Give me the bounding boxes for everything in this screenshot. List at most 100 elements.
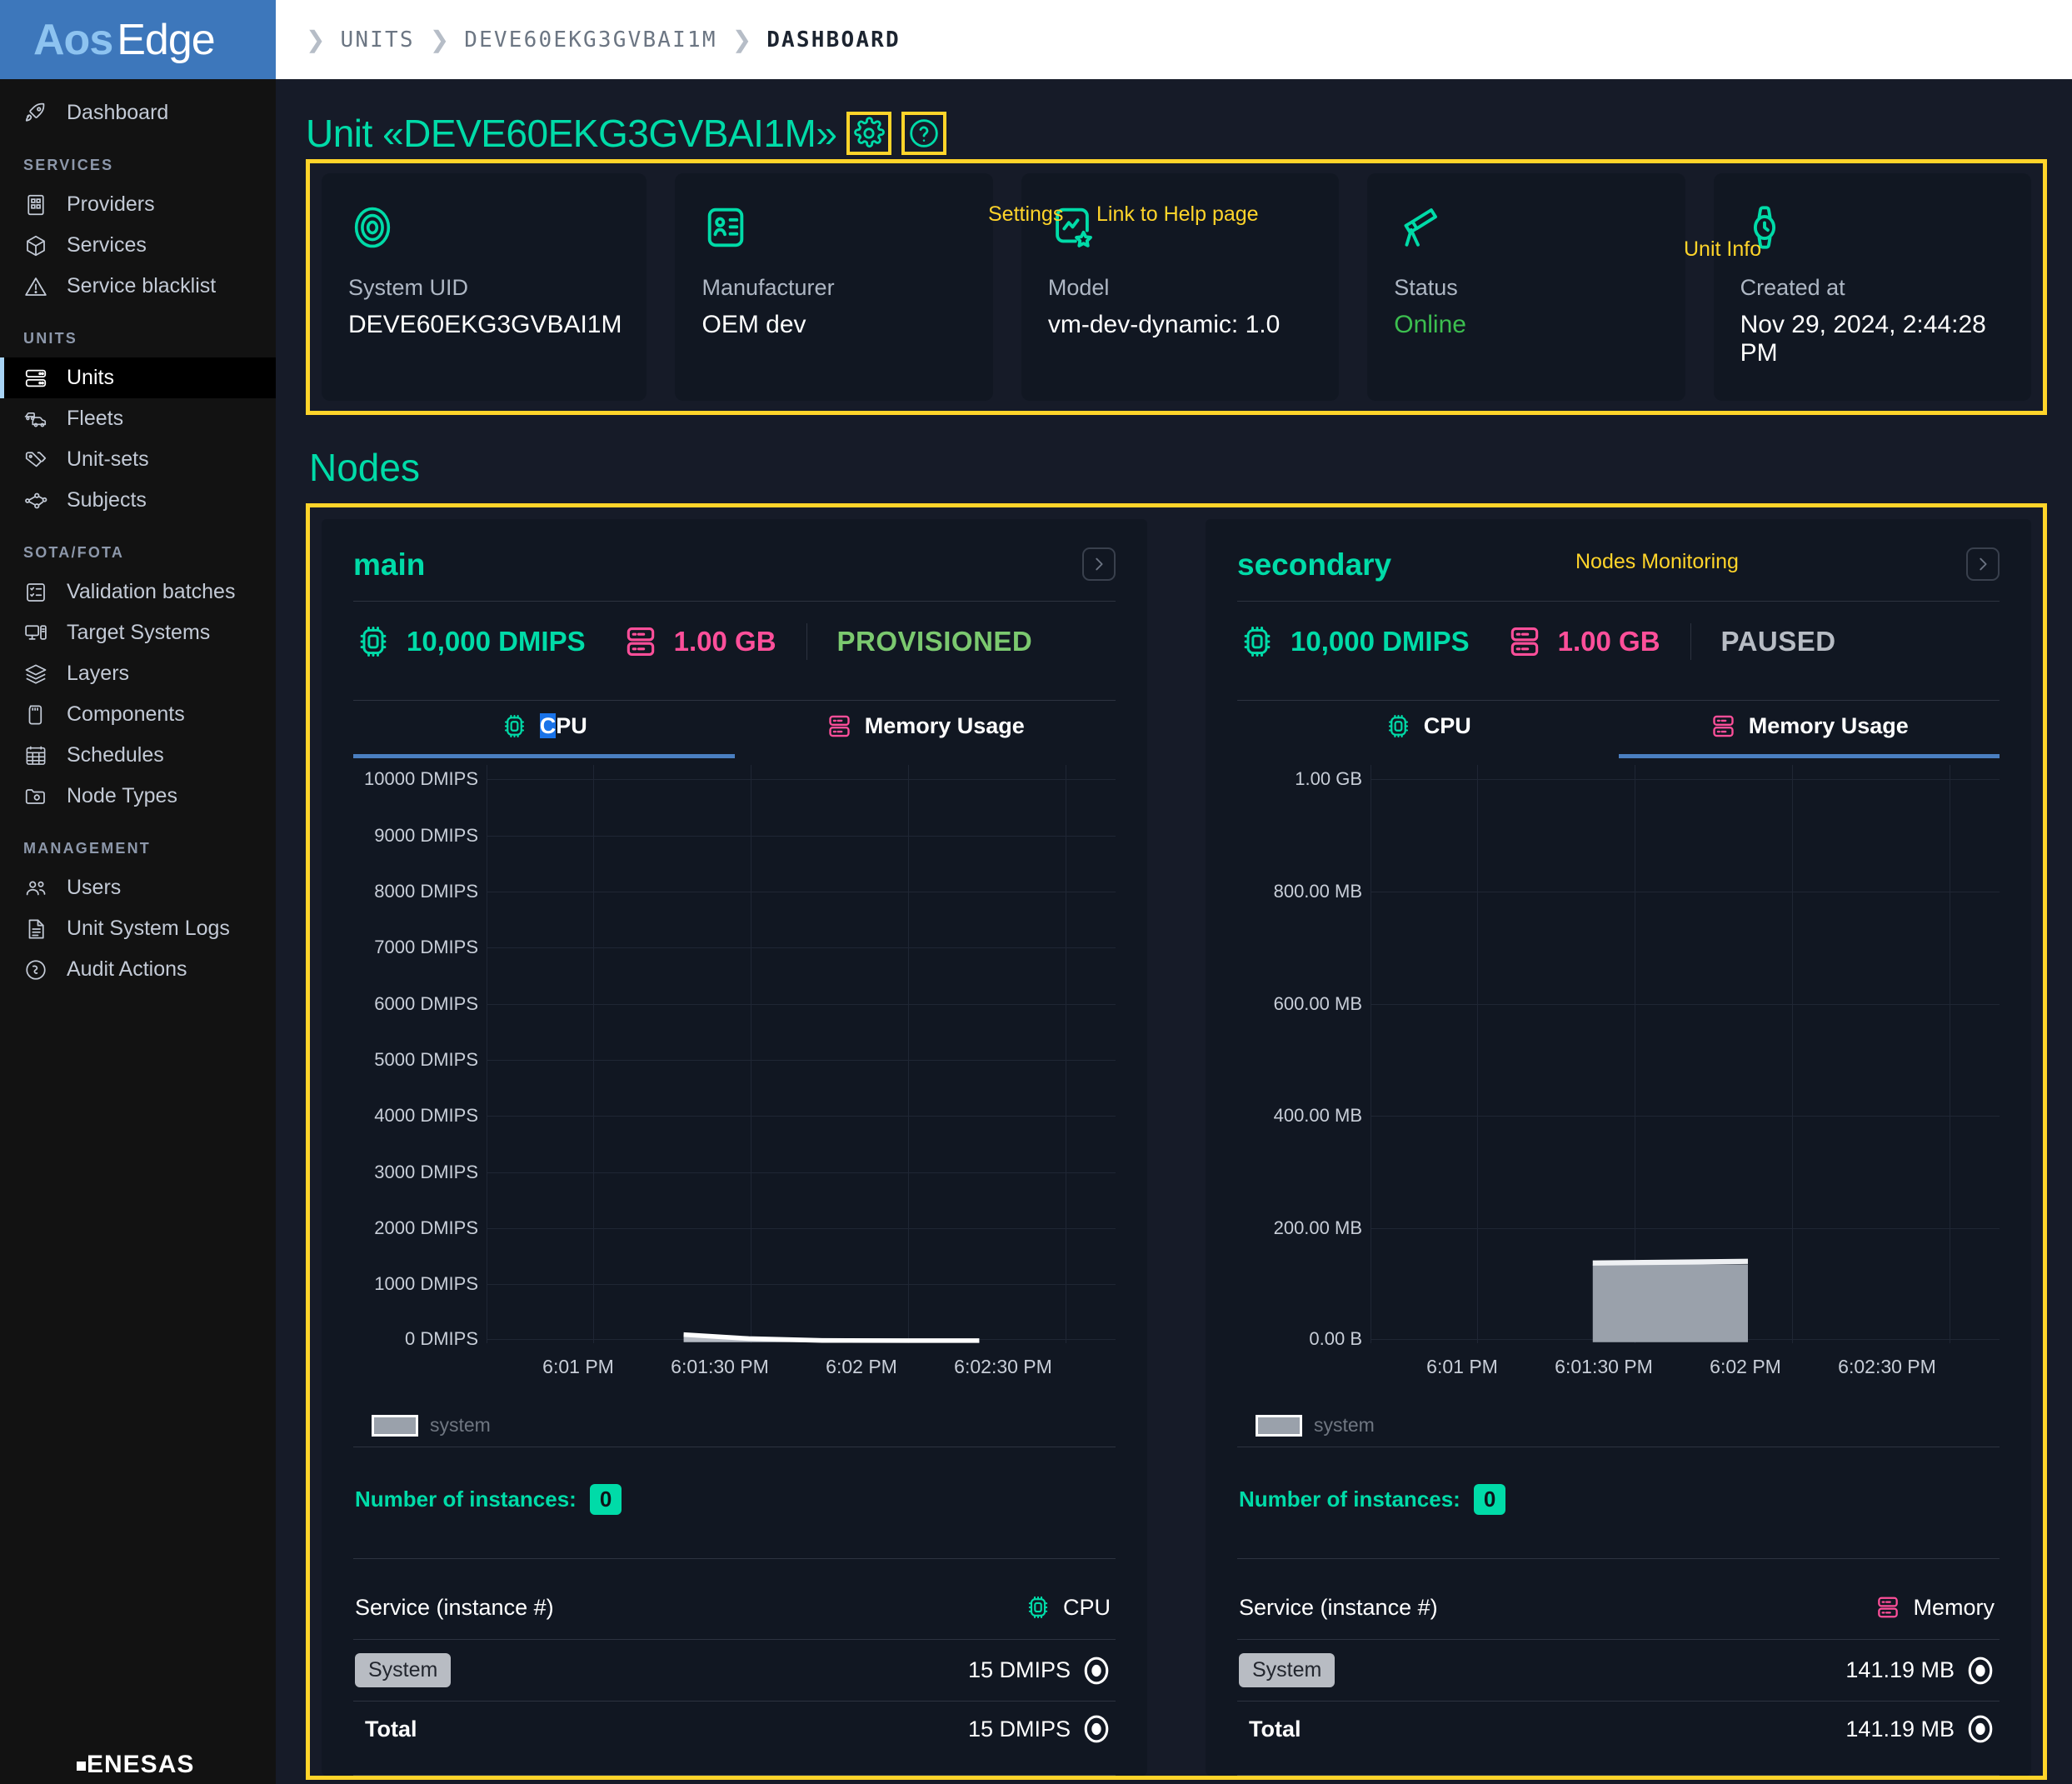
sidebar-item-label: Validation batches [67, 580, 235, 604]
breadcrumb-unit-id[interactable]: DEVE60EKG3GVBAI1M [452, 27, 729, 52]
instances-row: Number of instances: 0 [353, 1447, 1116, 1540]
chart-legend[interactable]: system [372, 1414, 491, 1437]
breadcrumb-units[interactable]: UNITS [328, 27, 426, 52]
y-tick: 1.00 GB [1295, 768, 1362, 790]
row-value-text: 15 DMIPS [968, 1717, 1071, 1742]
tab-memory-usage[interactable]: Memory Usage [735, 701, 1116, 758]
tab-label: Memory Usage [865, 713, 1025, 739]
donut-indicator-icon [1082, 1715, 1111, 1743]
graph-nodes-icon [23, 488, 48, 513]
y-tick: 0.00 B [1309, 1328, 1362, 1350]
services-table-header: Service (instance #) CPU [353, 1559, 1116, 1639]
callout-settings: Settings [988, 202, 1063, 227]
cpu-chip-icon [501, 712, 528, 740]
sidebar-item-layers[interactable]: Layers [0, 653, 276, 694]
tab-cpu[interactable]: CPU [1237, 701, 1619, 758]
page-title: Unit «DEVE60EKG3GVBAI1M» [306, 111, 836, 156]
sidebar-item-label: Units [67, 366, 114, 390]
gear-icon[interactable] [852, 117, 886, 150]
tab-memory-usage[interactable]: Memory Usage [1619, 701, 2000, 758]
cars-icon [23, 407, 48, 432]
sidebar-item-audit-actions[interactable]: Audit Actions [0, 949, 276, 990]
brand-logo[interactable]: AosEdge [0, 0, 276, 79]
sidebar-item-unit-system-logs[interactable]: Unit System Logs [0, 908, 276, 949]
row-total-label: Total [355, 1717, 417, 1742]
page-content: Settings Link to Help page Unit Info Nod… [276, 79, 2072, 1784]
chart-series-system [487, 765, 1116, 1343]
node-stats: 10,000 DMIPS 1.00 GB PROVISIONED [353, 602, 1116, 682]
instances-label: Number of instances: [1239, 1487, 1460, 1512]
y-tick: 5000 DMIPS [374, 1049, 478, 1071]
y-tick: 800.00 MB [1274, 881, 1362, 902]
sidebar-item-users[interactable]: Users [0, 867, 276, 908]
chart-y-axis: 10000 DMIPS 9000 DMIPS 8000 DMIPS 7000 D… [353, 765, 478, 1343]
sidebar-item-providers[interactable]: Providers [0, 184, 276, 225]
sidebar-item-schedules[interactable]: Schedules [0, 735, 276, 776]
y-tick: 4000 DMIPS [374, 1105, 478, 1127]
sidebar-item-unit-sets[interactable]: Unit-sets [0, 439, 276, 480]
sidebar-item-subjects[interactable]: Subjects [0, 480, 276, 521]
topbar: ❯ UNITS ❯ DEVE60EKG3GVBAI1M ❯ DASHBOARD [276, 0, 2072, 79]
divider [1690, 623, 1691, 660]
column-header-service: Service (instance #) [355, 1595, 554, 1621]
sidebar-item-label: Subjects [67, 488, 147, 512]
y-tick: 6000 DMIPS [374, 993, 478, 1015]
sidebar-item-label: Layers [67, 662, 129, 686]
sidebar-item-dashboard[interactable]: Dashboard [0, 92, 276, 133]
building-icon [23, 192, 48, 217]
x-tick: 6:01 PM [1426, 1356, 1498, 1378]
cpu-chip-icon [1385, 712, 1412, 740]
node-status: PROVISIONED [837, 626, 1033, 657]
node-name: main [353, 547, 425, 582]
x-tick: 6:01 PM [542, 1356, 614, 1378]
donut-indicator-icon [1082, 1657, 1111, 1685]
row-value-text: 141.19 MB [1845, 1717, 1955, 1742]
table-row[interactable]: System 141.19 MB [1237, 1639, 2000, 1701]
sidebar-item-label: Node Types [67, 784, 177, 808]
table-row: Total 15 DMIPS [353, 1701, 1116, 1757]
sidebar-item-components[interactable]: Components [0, 694, 276, 735]
legend-label: system [1314, 1414, 1375, 1437]
y-tick: 0 DMIPS [405, 1328, 478, 1350]
renesas-logo: ENESAS [77, 1751, 194, 1779]
instances-count-badge: 0 [1474, 1484, 1505, 1515]
question-circle-icon[interactable] [907, 117, 941, 150]
service-chip: System [355, 1653, 451, 1687]
sidebar-group-services: SERVICES [0, 133, 276, 184]
sidebar-item-fleets[interactable]: Fleets [0, 398, 276, 439]
sidebar-item-label: Dashboard [67, 101, 168, 125]
service-chip: System [1239, 1653, 1335, 1687]
sidebar-item-label: Components [67, 702, 185, 727]
sidebar-item-validation-batches[interactable]: Validation batches [0, 572, 276, 612]
sidebar-item-service-blacklist[interactable]: Service blacklist [0, 266, 276, 307]
sidebar-item-target-systems[interactable]: Target Systems [0, 612, 276, 653]
table-row[interactable]: System 15 DMIPS [353, 1639, 1116, 1701]
page-title-row: Unit «DEVE60EKG3GVBAI1M» [306, 79, 2047, 156]
info-card-label: Manufacturer [701, 275, 967, 301]
node-expand-button[interactable] [1082, 547, 1116, 581]
sidebar-item-label: Schedules [67, 743, 164, 767]
node-stats: 10,000 DMIPS 1.00 GB PAUSED [1237, 602, 2000, 682]
app-root: AosEdge Dashboard SERVICES Providers [0, 0, 2072, 1784]
nodes-grid: main 10,000 DMIPS [322, 519, 2031, 1776]
cpu-chart: 10000 DMIPS 9000 DMIPS 8000 DMIPS 7000 D… [353, 765, 1116, 1398]
donut-indicator-icon [1966, 1657, 1995, 1685]
main-area: ❯ UNITS ❯ DEVE60EKG3GVBAI1M ❯ DASHBOARD … [276, 0, 2072, 1784]
node-cpu-stat: 10,000 DMIPS [355, 623, 586, 660]
node-expand-button[interactable] [1966, 547, 2000, 581]
sidebar-item-node-types[interactable]: Node Types [0, 776, 276, 817]
chart-legend[interactable]: system [1256, 1414, 1375, 1437]
sidebar-item-services[interactable]: Services [0, 225, 276, 266]
info-card-label: Model [1048, 275, 1314, 301]
cpu-chip-icon [1239, 623, 1276, 660]
help-button-frame [901, 112, 946, 155]
y-tick: 3000 DMIPS [374, 1162, 478, 1183]
users-icon [23, 876, 48, 901]
warning-triangle-icon [23, 274, 48, 299]
sidebar-item-units[interactable]: Units [0, 357, 276, 398]
legend-swatch [372, 1415, 418, 1437]
legend-label: system [430, 1414, 491, 1437]
y-tick: 600.00 MB [1274, 993, 1362, 1015]
tab-cpu[interactable]: CPU [353, 701, 735, 758]
memory-icon [1710, 712, 1737, 740]
